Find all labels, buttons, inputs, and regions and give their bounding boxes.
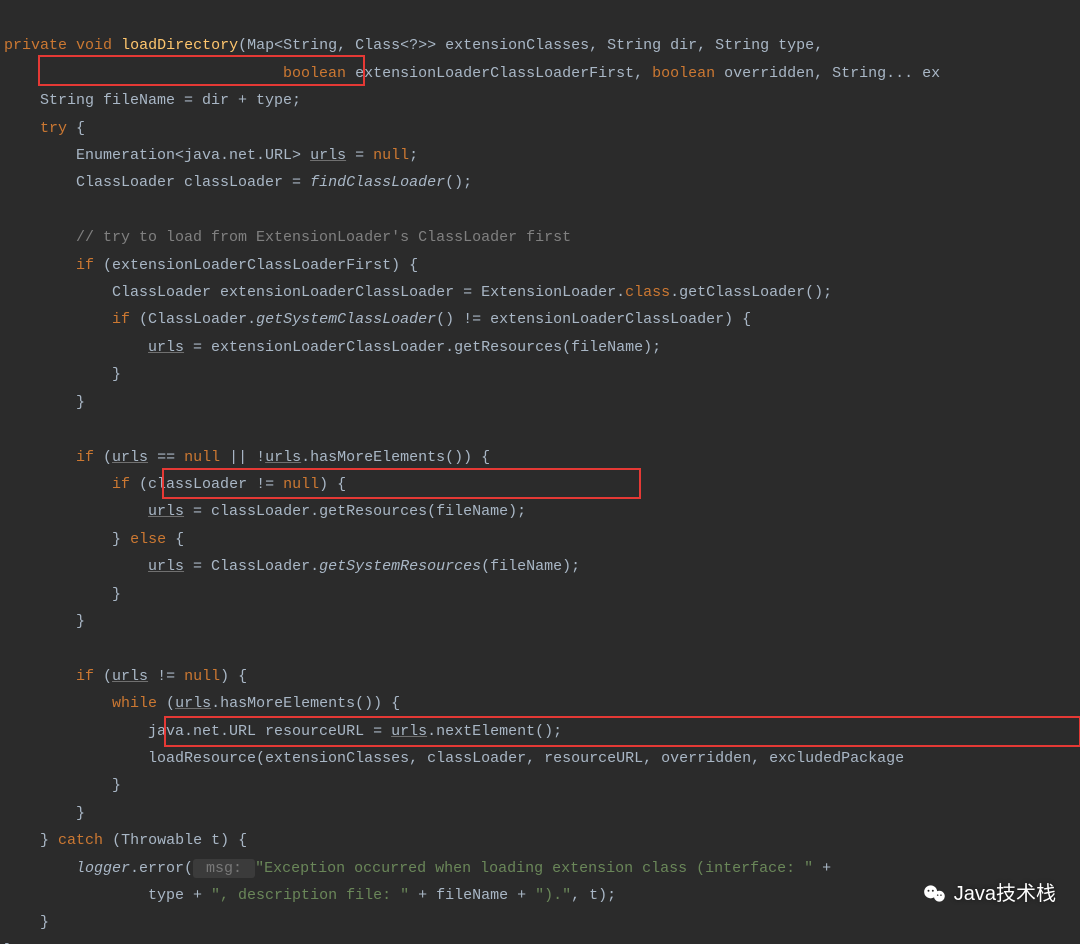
call-getsyscl: getSystemClassLoader [256, 311, 436, 328]
l-resurl: java.net.URL resourceURL = [148, 723, 391, 740]
var-urls-3: urls [112, 449, 148, 466]
sig-part2a: extensionLoaderClassLoaderFirst, [346, 65, 652, 82]
param-hint-msg: msg: [193, 859, 255, 878]
var-urls-4: urls [265, 449, 301, 466]
kw-void: void [76, 37, 112, 54]
comment-1: // try to load from ExtensionLoader's Cl… [76, 229, 571, 246]
l-elcl-decl: ClassLoader extensionLoaderClassLoader =… [112, 284, 625, 301]
var-urls-9: urls [391, 723, 427, 740]
code-editor[interactable]: private void loadDirectory(Map<String, C… [0, 0, 1080, 944]
catch-decl: (Throwable t) { [103, 832, 247, 849]
call-getsysres: getSystemResources [319, 558, 481, 575]
logger-ref: logger [76, 860, 130, 877]
sig-part2b: overridden, String... ex [715, 65, 940, 82]
str-paren: ")." [535, 887, 571, 904]
var-urls-1: urls [310, 147, 346, 164]
kw-boolean-1: boolean [283, 65, 346, 82]
try-open: { [67, 120, 85, 137]
call-findclassloader: findClassLoader [310, 174, 445, 191]
var-urls-8: urls [175, 695, 211, 712]
kw-try: try [40, 120, 67, 137]
l-cl-decl: ClassLoader classLoader = [76, 174, 310, 191]
watermark-text: Java技术栈 [954, 881, 1056, 908]
l-loadres: loadResource(extensionClasses, classLoad… [148, 750, 904, 767]
l-filename: String fileName = dir + type; [40, 92, 301, 109]
kw-private: private [4, 37, 67, 54]
var-urls-6: urls [148, 558, 184, 575]
var-urls-7: urls [112, 668, 148, 685]
watermark: Java技术栈 [922, 881, 1056, 908]
method-name: loadDirectory [121, 37, 238, 54]
var-urls-2: urls [148, 339, 184, 356]
var-urls-5: urls [148, 503, 184, 520]
if-elclf: (extensionLoaderClassLoaderFirst) { [94, 257, 418, 274]
l-enum: Enumeration<java.net.URL> [76, 147, 310, 164]
str-desc: ", description file: " [211, 887, 409, 904]
kw-boolean-2: boolean [652, 65, 715, 82]
sig-part1: (Map<String, Class<?>> extensionClasses,… [238, 37, 823, 54]
wechat-icon [922, 881, 948, 907]
str-exc1: "Exception occurred when loading extensi… [255, 860, 813, 877]
